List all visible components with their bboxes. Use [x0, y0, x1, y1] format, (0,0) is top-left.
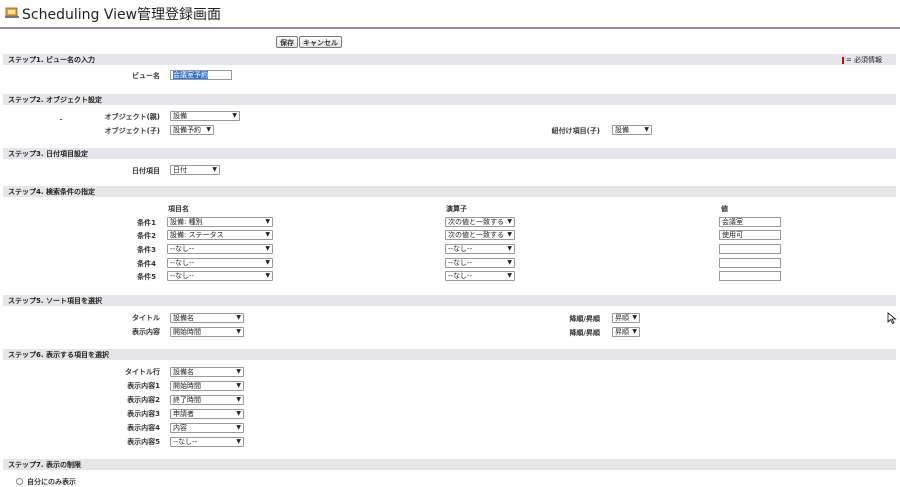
- view-name-label: ビュー名: [132, 72, 160, 80]
- condition-field-select[interactable]: --なし-- ▼: [167, 258, 273, 268]
- section-title: ステップ5. ソート項目を選択: [8, 297, 102, 305]
- section-step5: ステップ5. ソート項目を選択: [3, 295, 896, 306]
- link-field-select[interactable]: 設備 ▼: [612, 125, 652, 135]
- display-field-select[interactable]: 終了時間 ▼: [170, 395, 244, 405]
- chevron-down-icon: ▼: [265, 259, 270, 266]
- save-button[interactable]: 保存: [276, 36, 298, 48]
- required-note: = 必須情報: [841, 55, 882, 65]
- date-field-select[interactable]: 日付 ▼: [170, 165, 220, 175]
- section-step7: ステップ7. 表示の制限: [3, 459, 896, 470]
- condition-field-select[interactable]: 設備: ステータス ▼: [167, 230, 273, 240]
- condition-operator-select[interactable]: --なし-- ▼: [445, 271, 515, 281]
- child-object-label: オブジェクト(子): [104, 127, 160, 135]
- chevron-down-icon: ▼: [236, 424, 241, 431]
- chevron-down-icon: ▼: [507, 231, 512, 238]
- toolbar: 保存 キャンセル: [0, 36, 900, 50]
- chevron-down-icon: ▼: [265, 272, 270, 279]
- section-title: ステップ3. 日付項目設定: [8, 150, 88, 158]
- chevron-down-icon: ▼: [236, 314, 241, 321]
- parent-object-label: オブジェクト(親): [104, 113, 160, 121]
- date-field-label: 日付項目: [132, 167, 160, 175]
- chevron-down-icon: ▼: [236, 396, 241, 403]
- chevron-down-icon: ▼: [265, 245, 270, 252]
- section-title: ステップ2. オブジェクト設定: [8, 96, 102, 104]
- condition-operator-select[interactable]: --なし-- ▼: [445, 244, 515, 254]
- chevron-down-icon: ▼: [232, 112, 237, 119]
- app-icon: [5, 7, 19, 18]
- section-step2: ステップ2. オブジェクト設定: [3, 94, 896, 105]
- display-field-select[interactable]: 設備名 ▼: [170, 367, 244, 377]
- condition-operator-select[interactable]: 次の値と一致する ▼: [445, 230, 515, 240]
- parent-object-select[interactable]: 設備 ▼: [170, 111, 240, 121]
- child-object-select[interactable]: 設備予約 ▼: [170, 125, 214, 135]
- page-header: Scheduling View管理登録画面: [0, 0, 900, 30]
- display-field-select[interactable]: 開始時間 ▼: [170, 381, 244, 391]
- chevron-down-icon: ▼: [507, 272, 512, 279]
- section-title: ステップ7. 表示の制限: [8, 461, 81, 469]
- condition-field-select[interactable]: 設備: 種別 ▼: [167, 217, 273, 227]
- sort-order-select[interactable]: 昇順 ▼: [612, 327, 640, 337]
- section-step1: ステップ1. ビュー名の入力 = 必須情報: [3, 54, 896, 65]
- condition-value-input[interactable]: 会議室: [719, 217, 781, 227]
- chevron-down-icon: ▼: [507, 245, 512, 252]
- column-header-value: 値: [721, 205, 728, 213]
- sort-order-select[interactable]: 昇順 ▼: [612, 313, 640, 323]
- chevron-down-icon: ▼: [265, 218, 270, 225]
- own-only-radio[interactable]: [16, 478, 23, 485]
- column-header-field: 項目名: [168, 205, 189, 213]
- section-step4: ステップ4. 検索条件の指定: [3, 186, 896, 197]
- condition-value-input[interactable]: [719, 271, 781, 281]
- section-title: ステップ4. 検索条件の指定: [8, 188, 95, 196]
- display-field-select[interactable]: 内容 ▼: [170, 423, 244, 433]
- mouse-cursor-icon: [887, 312, 897, 324]
- chevron-down-icon: ▼: [236, 382, 241, 389]
- chevron-down-icon: ▼: [212, 166, 217, 173]
- chevron-down-icon: ▼: [236, 438, 241, 445]
- condition-operator-select[interactable]: --なし-- ▼: [445, 258, 515, 268]
- chevron-down-icon: ▼: [644, 126, 649, 133]
- cancel-button[interactable]: キャンセル: [299, 36, 342, 48]
- stray-dot: [60, 119, 62, 120]
- section-title: ステップ6. 表示する項目を選択: [8, 351, 109, 359]
- header-divider: [0, 27, 900, 29]
- column-header-operator: 演算子: [446, 205, 467, 213]
- condition-field-select[interactable]: --なし-- ▼: [167, 244, 273, 254]
- section-step3: ステップ3. 日付項目設定: [3, 148, 896, 159]
- sort-field-select[interactable]: 開始時間 ▼: [170, 327, 244, 337]
- condition-value-input[interactable]: 使用可: [719, 230, 781, 240]
- chevron-down-icon: ▼: [632, 328, 637, 335]
- view-name-input[interactable]: 会議室予約: [170, 70, 232, 80]
- condition-operator-select[interactable]: 次の値と一致する ▼: [445, 217, 515, 227]
- condition-value-input[interactable]: [719, 258, 781, 268]
- chevron-down-icon: ▼: [206, 126, 211, 133]
- section-title: ステップ1. ビュー名の入力: [8, 56, 95, 64]
- link-field-label: 紐付け項目(子): [551, 127, 600, 135]
- condition-value-input[interactable]: [719, 244, 781, 254]
- chevron-down-icon: ▼: [632, 314, 637, 321]
- own-only-label: 自分にのみ表示: [27, 478, 76, 486]
- sort-field-select[interactable]: 設備名 ▼: [170, 313, 244, 323]
- chevron-down-icon: ▼: [236, 410, 241, 417]
- chevron-down-icon: ▼: [507, 218, 512, 225]
- page-title: Scheduling View管理登録画面: [22, 7, 222, 23]
- chevron-down-icon: ▼: [507, 259, 512, 266]
- section-step6: ステップ6. 表示する項目を選択: [3, 349, 896, 360]
- condition-field-select[interactable]: --なし-- ▼: [167, 271, 273, 281]
- chevron-down-icon: ▼: [236, 328, 241, 335]
- chevron-down-icon: ▼: [236, 368, 241, 375]
- required-marker-icon: [841, 56, 844, 64]
- chevron-down-icon: ▼: [265, 231, 270, 238]
- display-field-select[interactable]: 申請者 ▼: [170, 409, 244, 419]
- display-field-select[interactable]: --なし-- ▼: [170, 437, 244, 447]
